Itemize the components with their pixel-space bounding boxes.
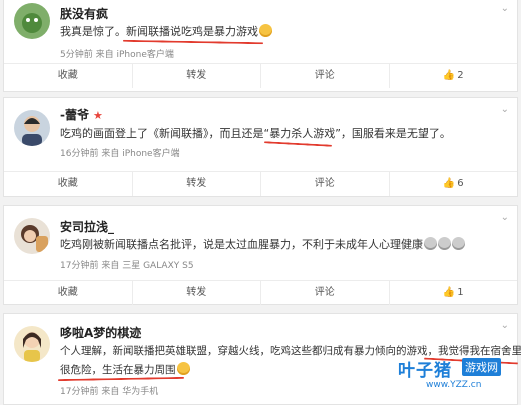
laugh-emoji-icon (259, 24, 272, 37)
action-bar: 收藏 转发 评论 👍 6 (4, 171, 517, 196)
post-text-plain: 吃鸡刚被新闻联播点名批评，说是太过血腥暴力，不利于未成年人心理健康 (60, 238, 423, 251)
post-card: -蕾爷 ★ ⌄ 吃鸡的画面登上了《新闻联播》，而且还是“暴力杀人游戏”，国服看来是… (3, 97, 518, 197)
like-count: 1 (457, 287, 464, 298)
post-card: 朕没有疯 ⌄ 我真是惊了。新闻联播说吃鸡是暴力游戏 5分钟前 来自 iPhone… (3, 0, 518, 92)
username[interactable]: 朕没有疯 (60, 5, 108, 22)
action-bar: 收藏 转发 评论 👍 2 (4, 63, 517, 88)
comment-button[interactable]: 评论 (261, 64, 390, 88)
comment-button[interactable]: 评论 (261, 172, 390, 196)
watermark-tag: 游戏网 (462, 358, 501, 376)
chevron-down-icon[interactable]: ⌄ (501, 320, 509, 331)
post-meta: 5分钟前 来自 iPhone客户端 (60, 47, 174, 60)
source-prefix: 来自 (101, 261, 120, 271)
repost-button[interactable]: 转发 (133, 281, 261, 305)
post-text-highlight: “暴力杀人游戏” (263, 127, 341, 140)
crying-emoji-icon (452, 237, 465, 250)
post-text-plain: 我真是惊了。 (60, 25, 126, 38)
like-button[interactable]: 👍 6 (390, 172, 518, 196)
avatar[interactable] (14, 218, 50, 254)
site-watermark-logo: 叶子猪 游戏网 www.YZZ.cn (398, 356, 518, 396)
comment-button[interactable]: 评论 (261, 281, 390, 305)
post-text-plain: 吃鸡的画面登上了《新闻联播》，而且还是 (60, 127, 264, 140)
username[interactable]: -蕾爷 (60, 108, 89, 122)
source-prefix: 来自 (101, 149, 120, 159)
post-source[interactable]: 三星 GALAXY S5 (122, 261, 193, 271)
post-source[interactable]: 华为手机 (122, 387, 158, 397)
post-text-highlight: 新闻联播说吃鸡是暴力游戏 (126, 25, 258, 38)
favorite-button[interactable]: 收藏 (4, 172, 133, 196)
chevron-down-icon[interactable]: ⌄ (501, 104, 509, 115)
post-time: 17分钟前 (60, 387, 99, 397)
post-meta: 16分钟前 来自 iPhone客户端 (60, 146, 180, 159)
like-button[interactable]: 👍 1 (390, 281, 518, 305)
avatar[interactable] (14, 110, 50, 146)
favorite-button[interactable]: 收藏 (4, 281, 133, 305)
post-source[interactable]: iPhone客户端 (117, 50, 174, 60)
repost-button[interactable]: 转发 (133, 172, 261, 196)
like-count: 6 (457, 178, 464, 189)
username[interactable]: 安司拉浅_ (60, 218, 114, 235)
post-meta: 17分钟前 来自 华为手机 (60, 384, 158, 397)
laugh-emoji-icon (176, 362, 190, 375)
source-prefix: 来自 (101, 387, 120, 397)
post-card: 安司拉浅_ ⌄ 吃鸡刚被新闻联播点名批评，说是太过血腥暴力，不利于未成年人心理健… (3, 205, 518, 305)
username[interactable]: 哆啦A梦的棋迹 (60, 324, 141, 341)
avatar[interactable] (14, 326, 50, 362)
thumbs-up-icon: 👍 (442, 178, 456, 189)
action-bar: 收藏 转发 评论 👍 1 (4, 280, 517, 305)
post-text: 我真是惊了。新闻联播说吃鸡是暴力游戏 (60, 23, 511, 41)
crying-emoji-icon (438, 237, 451, 250)
star-badge-icon: ★ (92, 109, 103, 122)
thumbs-up-icon: 👍 (442, 70, 456, 81)
chevron-down-icon[interactable]: ⌄ (501, 3, 509, 14)
like-count: 2 (457, 70, 464, 81)
post-text-highlight: 很危险，生活在暴力周围 (60, 364, 176, 376)
post-time: 16分钟前 (60, 149, 99, 159)
post-text: 吃鸡刚被新闻联播点名批评，说是太过血腥暴力，不利于未成年人心理健康 (60, 236, 511, 254)
crying-emoji-icon (424, 237, 437, 250)
post-text: 吃鸡的画面登上了《新闻联播》，而且还是“暴力杀人游戏”，国服看来是无望了。 (60, 125, 511, 143)
repost-button[interactable]: 转发 (133, 64, 261, 88)
thumbs-up-icon: 👍 (442, 287, 456, 298)
post-text-plain: 个人理解，新闻联播把英雄联盟，穿越火线，吃鸡这些都归成有暴力倾向的游戏， (60, 345, 438, 357)
post-text-plain-after: ，国服看来是无望了。 (340, 127, 451, 140)
post-meta: 17分钟前 来自 三星 GALAXY S5 (60, 258, 194, 271)
watermark-brand: 叶子猪 (398, 361, 452, 381)
post-source[interactable]: iPhone客户端 (122, 149, 179, 159)
avatar[interactable] (14, 3, 50, 39)
chevron-down-icon[interactable]: ⌄ (501, 212, 509, 223)
watermark-url: www.YZZ.cn (426, 380, 482, 390)
username-row: -蕾爷 ★ (60, 106, 103, 123)
post-time: 5分钟前 (60, 50, 93, 60)
post-time: 17分钟前 (60, 261, 99, 271)
source-prefix: 来自 (95, 50, 114, 60)
like-button[interactable]: 👍 2 (390, 64, 518, 88)
favorite-button[interactable]: 收藏 (4, 64, 133, 88)
